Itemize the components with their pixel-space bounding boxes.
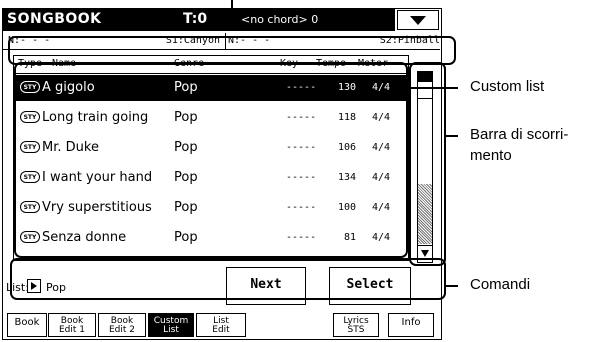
commands-leader bbox=[446, 285, 458, 287]
commands-callout bbox=[10, 258, 446, 300]
player-info-callout bbox=[8, 36, 456, 65]
callout-leader bbox=[231, 0, 233, 10]
commands-annotation: Comandi bbox=[470, 276, 531, 293]
tab-label-line2: List bbox=[163, 325, 179, 335]
page-menu-button[interactable] bbox=[397, 10, 439, 30]
title-bar: SONGBOOK T:0 <no chord> 0 bbox=[3, 9, 395, 31]
scrollbar-leader bbox=[446, 135, 458, 137]
scrollbar-callout bbox=[409, 62, 446, 266]
custom-list-callout bbox=[14, 62, 408, 258]
page-title: SONGBOOK bbox=[7, 11, 102, 27]
tab-info[interactable]: Info bbox=[388, 313, 434, 337]
tab-custom-list[interactable]: Custom List bbox=[148, 313, 194, 337]
chord-indicator: <no chord> 0 bbox=[241, 13, 319, 26]
tab-label-line2: Edit 2 bbox=[108, 325, 135, 335]
tab-list-edit[interactable]: List Edit bbox=[196, 313, 246, 337]
tab-book[interactable]: Book bbox=[7, 313, 47, 337]
tab-label-line2: Edit 1 bbox=[58, 325, 85, 335]
scrollbar-annotation-line2: mento bbox=[470, 147, 512, 164]
custom-list-leader bbox=[408, 87, 458, 89]
tab-lyrics-sts[interactable]: Lyrics STS bbox=[333, 313, 379, 337]
transpose-indicator: T:0 bbox=[183, 11, 208, 27]
custom-list-annotation: Custom list bbox=[470, 78, 545, 95]
tab-label-line1: Book bbox=[14, 317, 40, 328]
tab-label-line2: STS bbox=[347, 325, 365, 335]
tab-bar: Book Book Edit 1 Book Edit 2 Custom List List Ed… bbox=[3, 311, 440, 339]
triangle-down-icon bbox=[410, 16, 426, 25]
tab-label-line2: Edit bbox=[212, 325, 230, 335]
scrollbar-annotation-line1: Barra di scorri- bbox=[470, 126, 569, 143]
tab-book-edit-2[interactable]: Book Edit 2 bbox=[98, 313, 146, 337]
tab-book-edit-1[interactable]: Book Edit 1 bbox=[48, 313, 96, 337]
tab-label-line1: Info bbox=[401, 317, 421, 328]
